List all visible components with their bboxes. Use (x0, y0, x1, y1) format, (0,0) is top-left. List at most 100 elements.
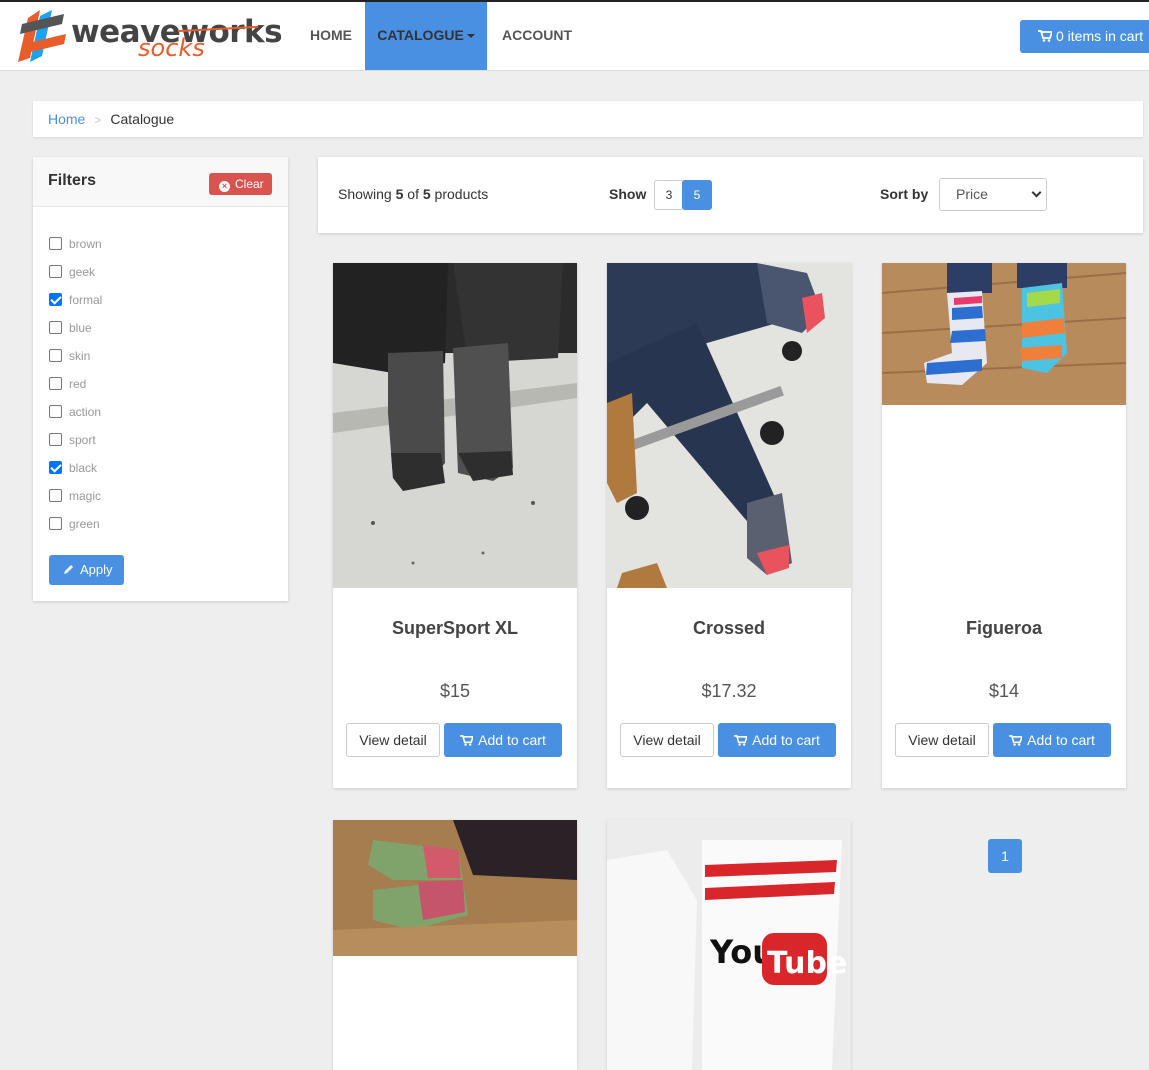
add-to-cart-label: Add to cart (752, 732, 820, 748)
filter-black[interactable]: black (49, 461, 97, 477)
filters-header: Filters × Clear (33, 157, 288, 207)
filter-red[interactable]: red (49, 377, 86, 393)
logo-mark-icon (18, 10, 66, 62)
filter-skin[interactable]: skin (49, 349, 90, 365)
apply-label: Apply (80, 562, 113, 577)
cart-icon (734, 735, 749, 746)
sort-select[interactable]: Price (939, 178, 1047, 211)
product-name[interactable]: Figueroa (882, 618, 1126, 639)
add-to-cart-label: Add to cart (1027, 732, 1095, 748)
filter-blue[interactable]: blue (49, 321, 92, 337)
view-detail-button[interactable]: View detail (895, 723, 989, 757)
nav-catalogue[interactable]: CATALOGUE (365, 2, 487, 70)
clear-label: Clear (235, 177, 264, 191)
filters-title: Filters (48, 172, 97, 189)
view-detail-button[interactable]: View detail (346, 723, 440, 757)
shown-count: 5 (395, 186, 404, 202)
product-image[interactable]: You Tube (607, 820, 851, 1070)
patterned-socks-chair-image (607, 263, 851, 588)
caret-down-icon (466, 34, 475, 39)
product-card: Figueroa $14 View detail Add to cart (882, 263, 1126, 788)
clear-filters-button[interactable]: × Clear (209, 173, 272, 195)
filter-action[interactable]: action (49, 405, 101, 421)
product-card: Crossed $17.32 View detail Add to cart (607, 263, 851, 788)
product-image[interactable] (607, 263, 851, 588)
grey-sport-socks-image (333, 263, 577, 588)
checkbox[interactable] (49, 405, 62, 419)
filter-label: blue (69, 321, 92, 335)
svg-text:Tube: Tube (767, 946, 847, 981)
breadcrumb-current: Catalogue (110, 111, 175, 127)
add-to-cart-label: Add to cart (478, 732, 546, 748)
product-card: SuperSport XL $15 View detail Add to car… (333, 263, 577, 788)
pencil-icon (64, 565, 73, 574)
filter-label: magic (69, 489, 102, 503)
brand-subname: socks (138, 34, 205, 62)
product-price: $17.32 (701, 681, 757, 701)
filter-brown[interactable]: brown (49, 237, 102, 253)
filter-label: geek (69, 265, 96, 279)
checkbox[interactable] (49, 265, 62, 279)
checkbox-checked[interactable] (49, 461, 62, 475)
nav-account[interactable]: ACCOUNT (487, 2, 587, 70)
show-3-button[interactable]: 3 (654, 180, 684, 210)
product-card (333, 820, 577, 1070)
top-navbar: weaveworks socks HOME CATALOGUE ACCOUNT … (0, 0, 1149, 71)
sort-label: Sort by (880, 186, 929, 202)
show-label: Show (609, 186, 647, 202)
product-image[interactable] (333, 263, 577, 588)
breadcrumb: Home > Catalogue (33, 101, 1143, 137)
sort-value: Price (956, 186, 988, 202)
checkbox[interactable] (49, 517, 62, 531)
add-to-cart-button[interactable]: Add to cart (444, 723, 562, 757)
filter-sport[interactable]: sport (49, 433, 96, 449)
apply-filters-button[interactable]: Apply (49, 555, 124, 585)
filter-label: formal (69, 293, 103, 307)
cart-button[interactable]: 0 items in cart (1020, 20, 1149, 53)
colorful-socks-image (333, 820, 577, 956)
checkbox[interactable] (49, 237, 62, 251)
checkbox[interactable] (49, 489, 62, 503)
add-to-cart-button[interactable]: Add to cart (718, 723, 836, 757)
show-5-button[interactable]: 5 (682, 180, 712, 210)
product-card: You Tube (607, 820, 851, 1070)
breadcrumb-home[interactable]: Home (48, 111, 85, 127)
nav-home[interactable]: HOME (295, 2, 367, 70)
checkbox[interactable] (49, 349, 62, 363)
chevron-down-icon (1031, 187, 1042, 198)
filter-magic[interactable]: magic (49, 489, 101, 505)
showing-count: Showing 5 of 5 products (338, 186, 488, 202)
product-name[interactable]: SuperSport XL (333, 618, 577, 639)
pagination-page-1[interactable]: 1 (988, 839, 1022, 873)
cart-icon (1038, 30, 1054, 42)
add-to-cart-button[interactable]: Add to cart (993, 723, 1111, 757)
checkbox-checked[interactable] (49, 293, 62, 307)
close-circle-icon: × (219, 181, 230, 192)
product-price: $15 (439, 681, 471, 701)
filter-label: red (69, 377, 87, 391)
product-price: $14 (988, 681, 1020, 701)
cart-icon (460, 735, 475, 746)
filter-label: sport (69, 433, 96, 447)
checkbox[interactable] (49, 321, 62, 335)
nav-catalogue-label: CATALOGUE (377, 27, 464, 43)
cart-icon (1009, 735, 1024, 746)
filter-green[interactable]: green (49, 517, 100, 533)
of-text: of (407, 186, 419, 202)
showing-prefix: Showing (338, 186, 392, 202)
view-detail-button[interactable]: View detail (620, 723, 714, 757)
product-image[interactable] (882, 263, 1126, 405)
checkbox[interactable] (49, 377, 62, 391)
filter-formal[interactable]: formal (49, 293, 102, 309)
results-toolbar: Showing 5 of 5 products Show 3 5 Sort by… (318, 157, 1143, 233)
filter-label: action (69, 405, 102, 419)
filter-geek[interactable]: geek (49, 265, 95, 281)
breadcrumb-separator: > (94, 113, 102, 127)
weaveworks-logo[interactable]: weaveworks socks (18, 10, 283, 62)
products-text: products (434, 186, 489, 202)
filter-label: black (69, 461, 98, 475)
filter-label: green (69, 517, 100, 531)
checkbox[interactable] (49, 433, 62, 447)
product-name[interactable]: Crossed (607, 618, 851, 639)
product-image[interactable] (333, 820, 577, 956)
